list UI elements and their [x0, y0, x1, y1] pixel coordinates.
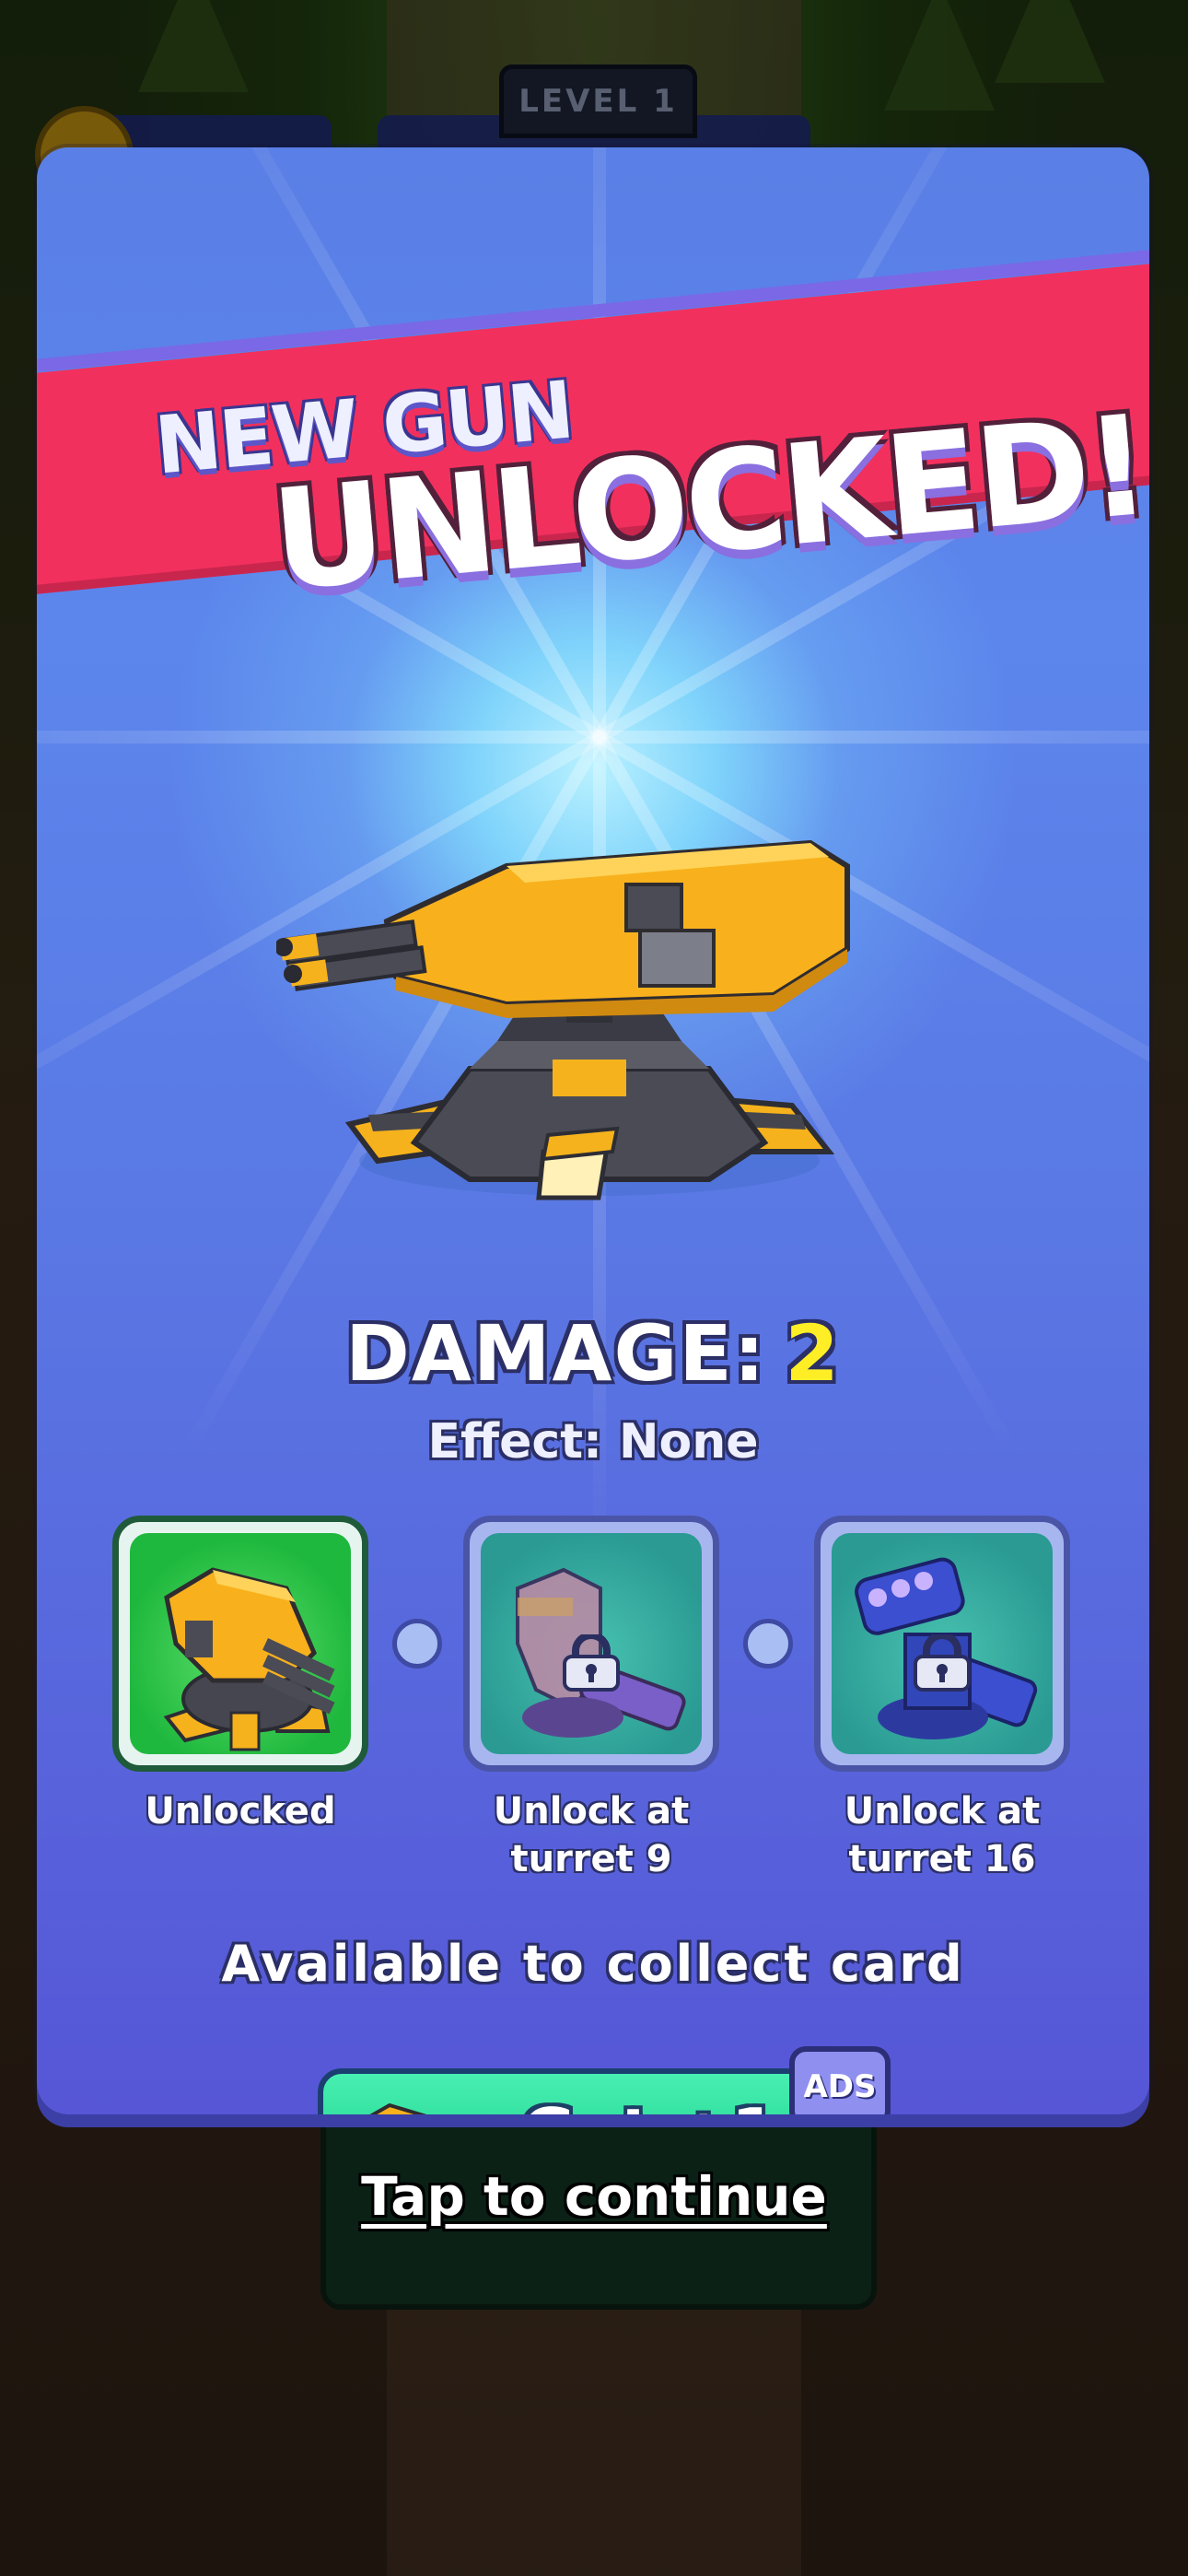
light-ray	[37, 731, 600, 744]
get-button-label: Get +1	[474, 2094, 824, 2114]
card-label: Unlocked	[145, 1790, 336, 1832]
effect-stat: Effect: None	[427, 1414, 759, 1469]
light-ray	[600, 731, 1149, 744]
card-unlocked[interactable]	[112, 1516, 368, 1772]
collect-card-text: Available to collect card	[221, 1935, 965, 1993]
progress-dot	[743, 1619, 793, 1669]
card-locked-turret-16[interactable]	[814, 1516, 1070, 1772]
new-gun-modal: NEW GUN UNLOCKED! DAMAGE: 2 Effect: None…	[37, 147, 1149, 2114]
yellow-turret-icon	[163, 1567, 335, 1751]
progress-dot	[392, 1619, 442, 1669]
card-image	[832, 1533, 1053, 1754]
damage-value: 2	[785, 1308, 841, 1399]
card-label: Unlock at turret 9	[493, 1790, 690, 1880]
yellow-turret-icon	[276, 839, 850, 1200]
card-image	[481, 1533, 702, 1754]
damage-label: DAMAGE:	[345, 1308, 767, 1399]
lock-icon	[563, 1634, 620, 1692]
card-locked-turret-9[interactable]	[463, 1516, 719, 1772]
yellow-turret-icon	[369, 2102, 427, 2114]
lock-icon	[914, 1634, 971, 1692]
ads-badge: ADS	[789, 2046, 891, 2114]
card-image	[130, 1533, 351, 1754]
get-plus-one-button[interactable]: Get +1 ADS	[318, 2046, 891, 2114]
card-label: Unlock at turret 16	[844, 1790, 1041, 1880]
tap-to-continue-link[interactable]: Tap to continue	[0, 2165, 1188, 2228]
gun-progression: Unlocked Unlock at turret 9 Unlock at turr…	[37, 1516, 1149, 1884]
damage-stat: DAMAGE: 2	[37, 1308, 1149, 1399]
